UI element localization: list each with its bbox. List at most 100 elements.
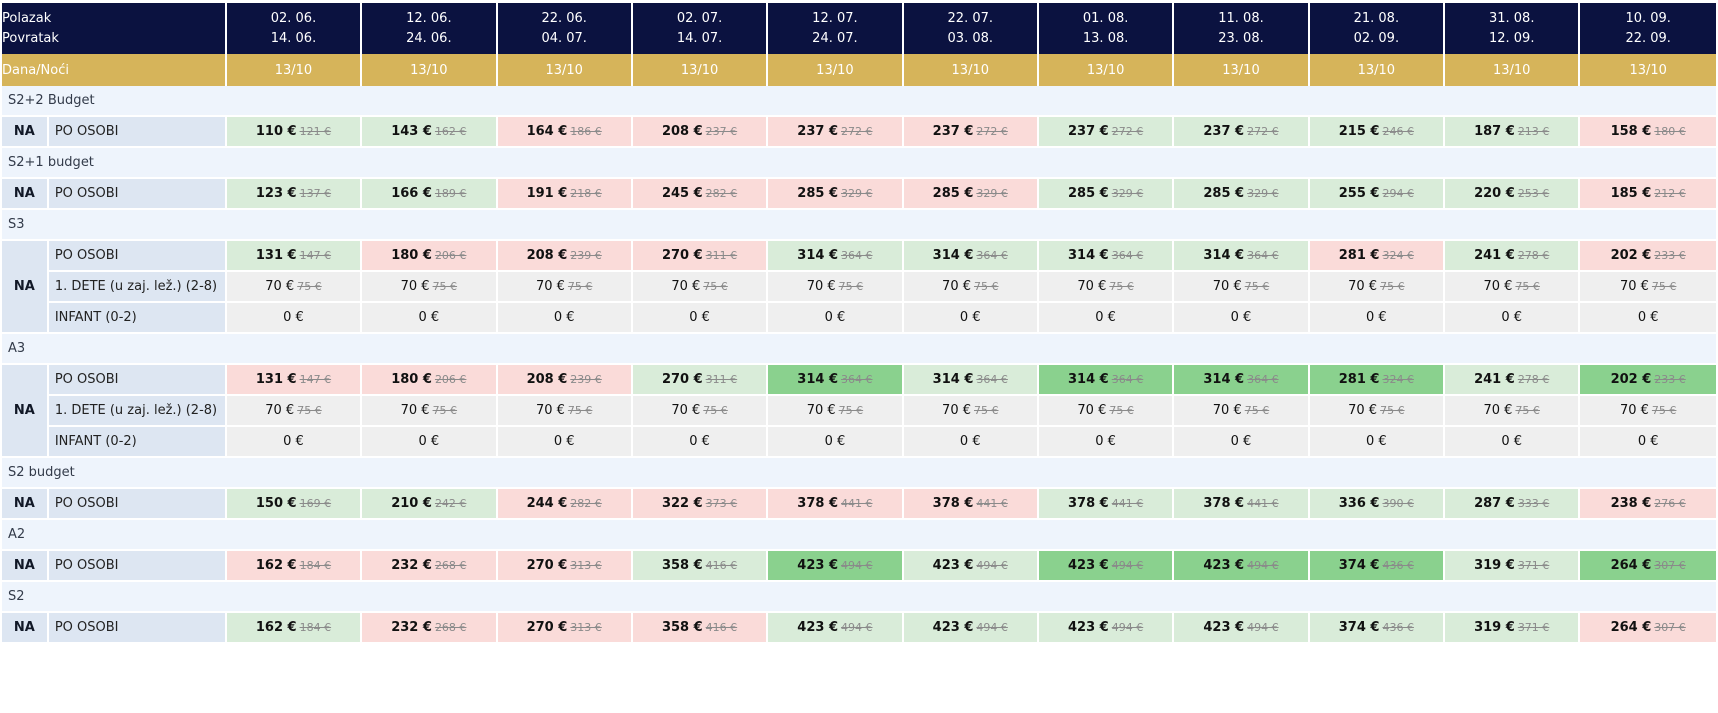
price-cell[interactable]: 285 €329 € [903, 179, 1037, 210]
price-cell[interactable]: 70 €75 € [768, 272, 902, 303]
term-header-cell[interactable]: 31. 08. 12. 09. [1445, 3, 1579, 54]
term-header-cell[interactable]: 11. 08. 23. 08. [1174, 3, 1308, 54]
price-cell[interactable]: 232 €268 € [362, 551, 496, 582]
price-cell[interactable]: 202 €233 € [1580, 365, 1716, 396]
term-header-cell[interactable]: 02. 07. 14. 07. [632, 3, 767, 54]
price-cell[interactable]: 423 €494 € [1174, 551, 1308, 582]
price-cell[interactable]: 0 € [362, 303, 496, 334]
price-cell[interactable]: 0 € [497, 427, 631, 458]
price-cell[interactable]: 336 €390 € [1309, 489, 1444, 520]
price-cell[interactable]: 358 €416 € [632, 551, 767, 582]
price-cell[interactable]: 314 €364 € [903, 241, 1037, 272]
price-cell[interactable]: 0 € [1174, 303, 1308, 334]
price-cell[interactable]: 0 € [497, 303, 631, 334]
price-cell[interactable]: 202 €233 € [1580, 241, 1716, 272]
price-cell[interactable]: 70 €75 € [1174, 272, 1308, 303]
term-header-cell[interactable]: 01. 08. 13. 08. [1038, 3, 1173, 54]
price-cell[interactable]: 237 €272 € [1174, 117, 1308, 148]
price-cell[interactable]: 191 €218 € [497, 179, 631, 210]
price-cell[interactable]: 423 €494 € [768, 551, 902, 582]
price-cell[interactable]: 378 €441 € [903, 489, 1037, 520]
price-cell[interactable]: 0 € [768, 427, 902, 458]
price-cell[interactable]: 110 €121 € [226, 117, 361, 148]
price-cell[interactable]: 264 €307 € [1580, 551, 1716, 582]
price-cell[interactable]: 215 €246 € [1309, 117, 1444, 148]
price-cell[interactable]: 244 €282 € [497, 489, 631, 520]
price-cell[interactable]: 150 €169 € [226, 489, 361, 520]
price-cell[interactable]: 162 €184 € [226, 613, 361, 644]
price-cell[interactable]: 423 €494 € [1038, 551, 1173, 582]
price-cell[interactable]: 70 €75 € [1309, 396, 1444, 427]
price-cell[interactable]: 180 €206 € [362, 365, 496, 396]
price-cell[interactable]: 423 €494 € [1038, 613, 1173, 644]
price-cell[interactable]: 0 € [1174, 427, 1308, 458]
price-cell[interactable]: 314 €364 € [1174, 365, 1308, 396]
price-cell[interactable]: 0 € [226, 303, 361, 334]
price-cell[interactable]: 164 €186 € [497, 117, 631, 148]
price-cell[interactable]: 285 €329 € [1174, 179, 1308, 210]
price-cell[interactable]: 0 € [903, 303, 1037, 334]
price-cell[interactable]: 185 €212 € [1580, 179, 1716, 210]
price-cell[interactable]: 70 €75 € [1309, 272, 1444, 303]
price-cell[interactable]: 70 €75 € [362, 272, 496, 303]
price-cell[interactable]: 70 €75 € [226, 272, 361, 303]
price-cell[interactable]: 0 € [362, 427, 496, 458]
price-cell[interactable]: 281 €324 € [1309, 241, 1444, 272]
price-cell[interactable]: 70 €75 € [903, 396, 1037, 427]
price-cell[interactable]: 423 €494 € [768, 613, 902, 644]
price-cell[interactable]: 0 € [1309, 427, 1444, 458]
price-cell[interactable]: 285 €329 € [768, 179, 902, 210]
price-cell[interactable]: 281 €324 € [1309, 365, 1444, 396]
price-cell[interactable]: 378 €441 € [1038, 489, 1173, 520]
price-cell[interactable]: 423 €494 € [903, 551, 1037, 582]
price-cell[interactable]: 143 €162 € [362, 117, 496, 148]
price-cell[interactable]: 0 € [768, 303, 902, 334]
price-cell[interactable]: 210 €242 € [362, 489, 496, 520]
price-cell[interactable]: 180 €206 € [362, 241, 496, 272]
price-cell[interactable]: 255 €294 € [1309, 179, 1444, 210]
price-cell[interactable]: 70 €75 € [632, 396, 767, 427]
price-cell[interactable]: 322 €373 € [632, 489, 767, 520]
price-cell[interactable]: 378 €441 € [768, 489, 902, 520]
price-cell[interactable]: 378 €441 € [1174, 489, 1308, 520]
price-cell[interactable]: 131 €147 € [226, 365, 361, 396]
term-header-cell[interactable]: 12. 07. 24. 07. [768, 3, 902, 54]
price-cell[interactable]: 0 € [632, 303, 767, 334]
price-cell[interactable]: 237 €272 € [903, 117, 1037, 148]
price-cell[interactable]: 270 €313 € [497, 551, 631, 582]
price-cell[interactable]: 70 €75 € [903, 272, 1037, 303]
price-cell[interactable]: 237 €272 € [768, 117, 902, 148]
price-cell[interactable]: 70 €75 € [497, 396, 631, 427]
price-cell[interactable]: 237 €272 € [1038, 117, 1173, 148]
price-cell[interactable]: 208 €239 € [497, 365, 631, 396]
price-cell[interactable]: 264 €307 € [1580, 613, 1716, 644]
price-cell[interactable]: 70 €75 € [497, 272, 631, 303]
price-cell[interactable]: 70 €75 € [1445, 396, 1579, 427]
price-cell[interactable]: 314 €364 € [1174, 241, 1308, 272]
price-cell[interactable]: 0 € [1580, 303, 1716, 334]
price-cell[interactable]: 270 €311 € [632, 365, 767, 396]
price-cell[interactable]: 208 €239 € [497, 241, 631, 272]
term-header-cell[interactable]: 22. 07. 03. 08. [903, 3, 1037, 54]
price-cell[interactable]: 0 € [1580, 427, 1716, 458]
price-cell[interactable]: 238 €276 € [1580, 489, 1716, 520]
price-cell[interactable]: 314 €364 € [1038, 365, 1173, 396]
price-cell[interactable]: 423 €494 € [903, 613, 1037, 644]
price-cell[interactable]: 70 €75 € [1038, 272, 1173, 303]
price-cell[interactable]: 187 €213 € [1445, 117, 1579, 148]
price-cell[interactable]: 270 €311 € [632, 241, 767, 272]
price-cell[interactable]: 285 €329 € [1038, 179, 1173, 210]
price-cell[interactable]: 232 €268 € [362, 613, 496, 644]
price-cell[interactable]: 358 €416 € [632, 613, 767, 644]
price-cell[interactable]: 319 €371 € [1445, 551, 1579, 582]
price-cell[interactable]: 314 €364 € [903, 365, 1037, 396]
price-cell[interactable]: 131 €147 € [226, 241, 361, 272]
price-cell[interactable]: 70 €75 € [632, 272, 767, 303]
price-cell[interactable]: 70 €75 € [1580, 272, 1716, 303]
price-cell[interactable]: 0 € [1445, 303, 1579, 334]
price-cell[interactable]: 0 € [903, 427, 1037, 458]
price-cell[interactable]: 241 €278 € [1445, 365, 1579, 396]
price-cell[interactable]: 241 €278 € [1445, 241, 1579, 272]
price-cell[interactable]: 0 € [226, 427, 361, 458]
price-cell[interactable]: 162 €184 € [226, 551, 361, 582]
